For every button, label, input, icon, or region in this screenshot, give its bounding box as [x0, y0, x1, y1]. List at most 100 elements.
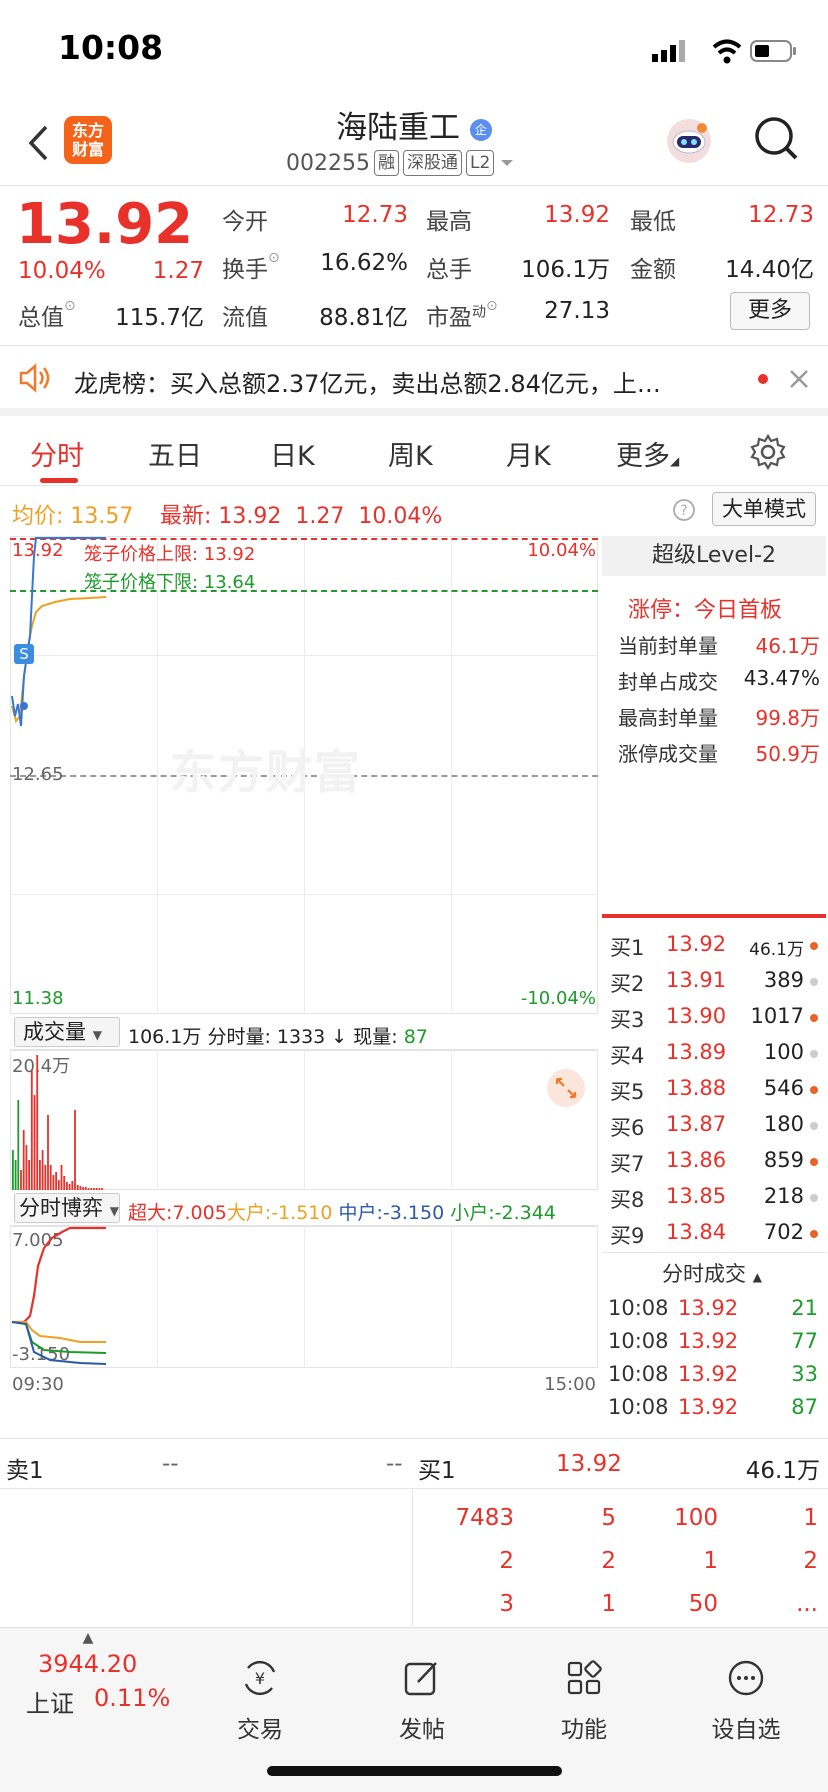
tick-volume: 87 [791, 1395, 818, 1419]
nav-post[interactable]: 发帖 [362, 1658, 482, 1744]
tab-intraday[interactable]: 分时 [30, 434, 84, 473]
tick-volume: 21 [791, 1296, 818, 1320]
limit-volume-value: 50.9万 [755, 742, 820, 766]
bid-volume: 180 [763, 1112, 804, 1136]
tab-weekly-k[interactable]: 周K [388, 434, 433, 473]
close-icon[interactable] [788, 368, 810, 390]
bid-row[interactable]: 买8 13.85 218 [608, 1180, 822, 1216]
bid-volume: 702 [763, 1220, 804, 1244]
bid-row[interactable]: 买5 13.88 546 [608, 1072, 822, 1108]
time-end: 15:00 [544, 1374, 596, 1395]
queue-order: ... [796, 1591, 818, 1617]
signal-icon [652, 40, 685, 62]
expand-icon[interactable] [546, 1068, 586, 1108]
avg-price: 均价: 13.57 [12, 504, 134, 529]
bottom-nav: ▲ 3944.20 上证 0.11% ¥ 交易 发帖 功能 设自选 [0, 1627, 828, 1792]
index-value[interactable]: 3944.20 [38, 1650, 137, 1678]
mcap-value: 115.7亿 [115, 305, 204, 331]
status-bar: 10:08 [0, 0, 828, 100]
volume-bar [28, 1160, 30, 1190]
tab-five-day[interactable]: 五日 [148, 434, 202, 473]
tab-monthly-k[interactable]: 月K [506, 434, 551, 473]
bid-row[interactable]: 买1 13.92 46.1万 [608, 928, 822, 964]
tick-volume: 33 [791, 1362, 818, 1386]
volume-header: 成交量 ▼ 106.1万 分时量: 1333 ↓ 现量: 87 [10, 1014, 598, 1050]
bid-dot [810, 1122, 818, 1130]
bid-row[interactable]: 买2 13.91 389 [608, 964, 822, 1000]
stock-header: 东方 财富 海陆重工 企 002255 融 深股通 L2 [0, 100, 828, 186]
robot-assistant-icon[interactable] [664, 116, 714, 166]
turnover-value: 16.62% [320, 250, 408, 276]
volume-bar [33, 1095, 36, 1190]
volume-bar [74, 1110, 76, 1190]
stock-code: 002255 [286, 150, 370, 176]
order-book-divider [602, 914, 826, 918]
float-label: 流值 [222, 305, 268, 331]
bid-price: 13.86 [666, 1148, 727, 1172]
volume-selector[interactable]: 成交量 ▼ [14, 1017, 120, 1047]
open-value: 12.73 [342, 202, 408, 228]
game-selector[interactable]: 分时博弈 ▼ [14, 1193, 120, 1223]
tab-more[interactable]: 更多◢ [616, 434, 679, 473]
bid-dot [810, 978, 818, 986]
search-icon[interactable] [752, 114, 800, 164]
bid-price: 13.89 [666, 1040, 727, 1064]
super-line [12, 1226, 106, 1324]
big-order-mode-button[interactable]: 大单模式 [712, 492, 816, 526]
queue-order: 5 [601, 1505, 616, 1531]
bid-label: 买7 [610, 1152, 645, 1176]
chevron-down-icon [501, 160, 514, 166]
enterprise-badge-icon: 企 [469, 118, 492, 141]
stock-name: 海陆重工 [336, 110, 461, 146]
tick-row: 10:08 13.92 87 [608, 1391, 822, 1427]
volume-bar [41, 1150, 44, 1190]
volume-bar [57, 1180, 60, 1190]
seal-ratio-value: 43.47% [743, 666, 820, 690]
tab-daily-k[interactable]: 日K [270, 434, 315, 473]
bid-volume: 218 [763, 1184, 804, 1208]
more-button[interactable]: 更多 [730, 292, 810, 330]
bid-dot [810, 1194, 818, 1202]
tick-price: 13.92 [678, 1395, 739, 1419]
index-name: 上证 [26, 1690, 74, 1718]
latest-price: 最新: 13.92 1.27 10.04% [160, 504, 443, 529]
bid-label: 买1 [610, 936, 645, 960]
bid-row[interactable]: 买9 13.84 702 [608, 1216, 822, 1252]
dragon-tiger-banner[interactable]: 龙虎榜：买入总额2.37亿元，卖出总额2.84亿元，上… [0, 346, 828, 416]
status-icons [652, 39, 796, 64]
time-start: 09:30 [12, 1374, 64, 1395]
queue-order: 2 [601, 1548, 616, 1574]
bid-row[interactable]: 买7 13.86 859 [608, 1144, 822, 1180]
intraday-chart-area: 东方财富 13.92 笼子价格上限: 13.92 10.04% 笼子价格下限: … [10, 536, 598, 1436]
bid-row[interactable]: 买3 13.90 1017 [608, 1000, 822, 1036]
volume-bar [47, 1115, 49, 1190]
info-icon: ⊙ [268, 250, 280, 266]
nav-functions[interactable]: 功能 [524, 1658, 644, 1744]
svg-text:?: ? [680, 503, 687, 519]
seal-volume-label: 当前封单量 [618, 634, 718, 658]
level2-title[interactable]: 超级Level-2 [602, 536, 826, 576]
bid-label: 买3 [610, 1008, 645, 1032]
bid-price: 13.91 [666, 968, 727, 992]
stock-code-row[interactable]: 002255 融 深股通 L2 [286, 150, 516, 176]
bid-price: 13.90 [666, 1004, 727, 1028]
trade-icon: ¥ [244, 1660, 276, 1696]
tag-connect: 深股通 [402, 150, 462, 176]
nav-add-watchlist[interactable]: 设自选 [686, 1658, 806, 1744]
s-marker[interactable]: S [14, 644, 34, 664]
bid-row[interactable]: 买4 13.89 100 [608, 1036, 822, 1072]
help-icon[interactable]: ? [672, 498, 696, 522]
bid-volume: 859 [763, 1148, 804, 1172]
nav-trade[interactable]: ¥ 交易 [200, 1658, 320, 1744]
bid-row[interactable]: 买6 13.87 180 [608, 1108, 822, 1144]
settings-gear-icon[interactable] [750, 434, 786, 470]
volume-bar [39, 1160, 41, 1190]
more-dots-icon [728, 1660, 764, 1696]
battery-icon [750, 40, 796, 62]
status-time: 10:08 [58, 28, 164, 67]
index-chevron-up-icon: ▲ [82, 1630, 94, 1646]
info-icon: ⊙ [64, 298, 76, 314]
bid-label: 买6 [610, 1116, 645, 1140]
ticks-title[interactable]: 分时成交 ▲ [662, 1258, 762, 1288]
sell1-vol: -- [386, 1451, 403, 1477]
